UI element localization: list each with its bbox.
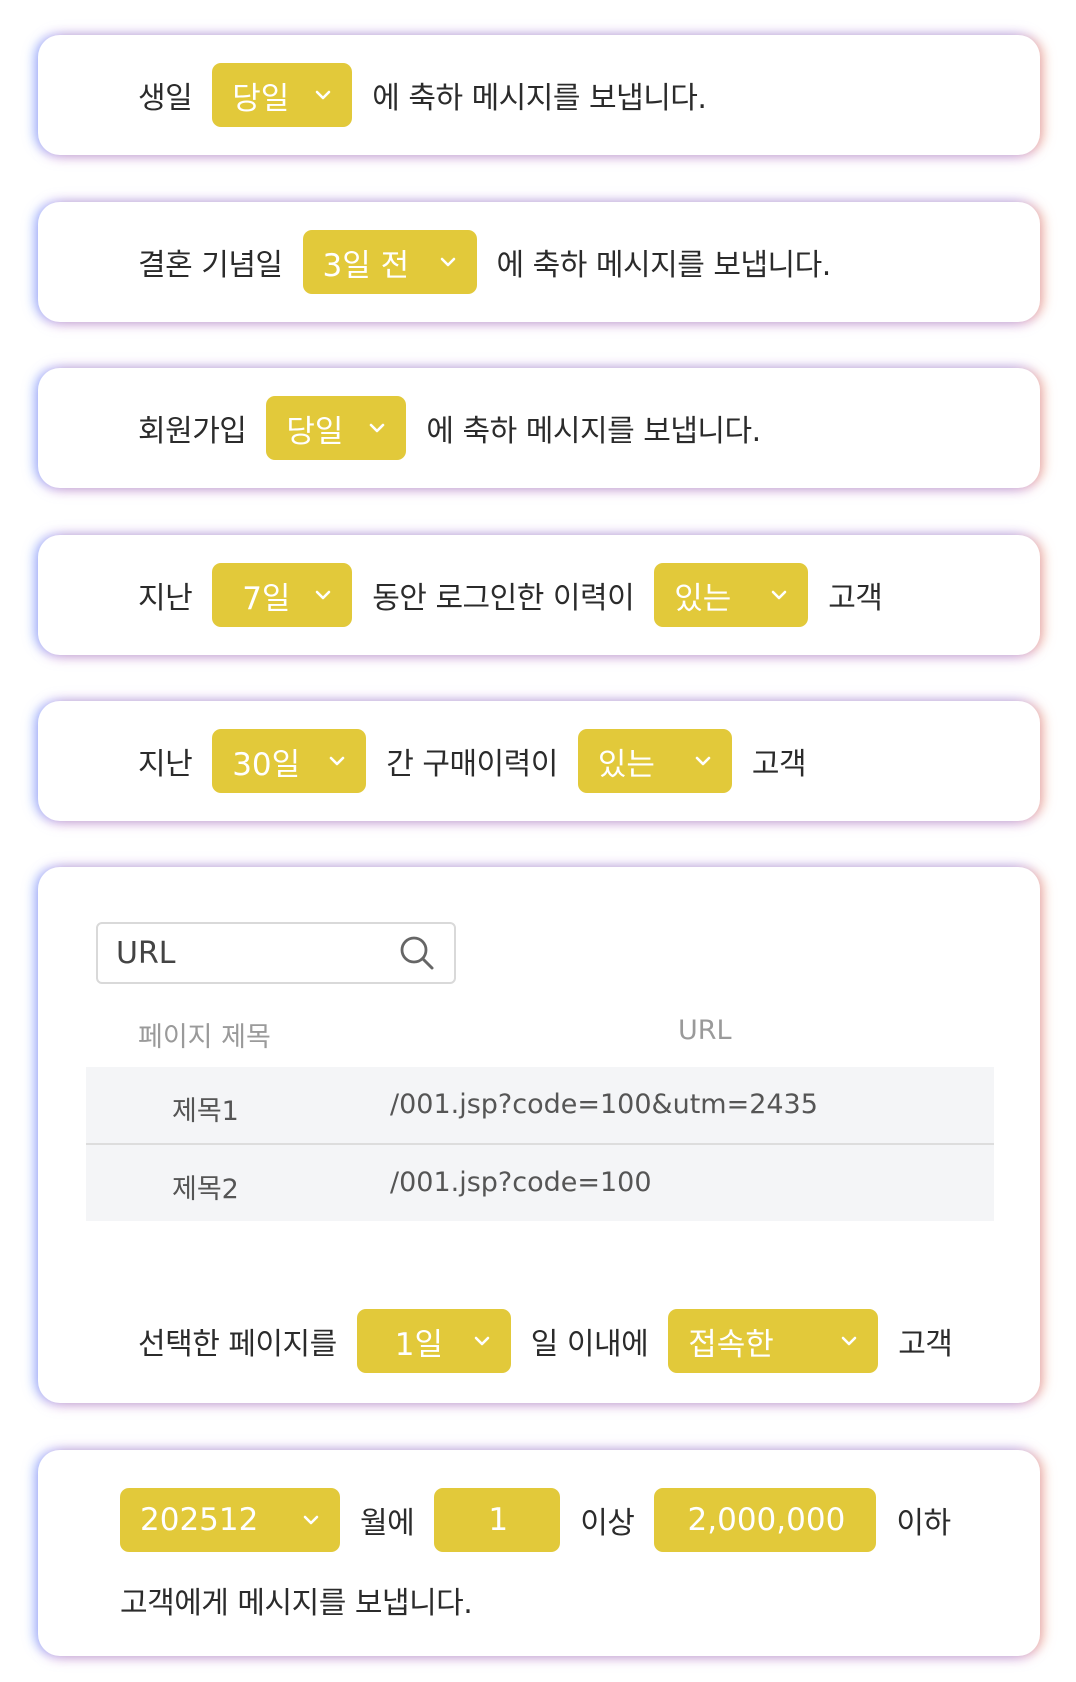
min-count-input[interactable]: 1 <box>434 1488 561 1552</box>
table-row[interactable]: 제목2 /001.jsp?code=100 <box>86 1145 994 1221</box>
purchase-prefix: 지난 <box>138 747 193 782</box>
login-period-value: 7일 <box>242 580 291 617</box>
chevron-down-icon <box>841 1336 857 1346</box>
page-visit-period-dropdown[interactable]: 1일 <box>356 1309 511 1373</box>
anniversary-label: 결혼 기념일 <box>138 248 283 283</box>
login-history-row: 지난 7일 동안 로그인한 이력이 있는 고객 <box>38 535 1040 655</box>
signup-timing-value: 당일 <box>286 413 344 450</box>
header-url: URL <box>678 1015 732 1046</box>
anniversary-rule-row: 결혼 기념일 3일 전 에 축하 메시지를 보냅니다. <box>38 202 1040 322</box>
monthly-purchase-card: 202512 월에 1 이상 2,000,000 이하 고객에게 메시지를 보냅… <box>38 1450 1040 1656</box>
chevron-down-icon <box>771 590 787 600</box>
monthly-footer-row: 고객에게 메시지를 보냅니다. <box>38 1570 1040 1630</box>
page-visit-card: URL 페이지 제목 URL 제목1 /001.jsp?code=100&utm… <box>38 867 1040 1403</box>
page-visit-suffix: 고객 <box>898 1327 953 1362</box>
page-visit-action-dropdown[interactable]: 접속한 <box>668 1309 879 1373</box>
signup-rule-row: 회원가입 당일 에 축하 메시지를 보냅니다. <box>38 368 1040 488</box>
url-table-header: 페이지 제목 URL <box>86 1007 994 1057</box>
anniversary-suffix: 에 축하 메시지를 보냅니다. <box>496 248 832 283</box>
chevron-down-icon <box>315 590 331 600</box>
month-suffix: 월에 <box>360 1506 415 1541</box>
purchase-history-row: 지난 30일 간 구매이력이 있는 고객 <box>38 701 1040 821</box>
month-value: 202512 <box>140 1502 259 1538</box>
header-page-title: 페이지 제목 <box>138 1022 271 1053</box>
login-status-value: 있는 <box>674 580 732 617</box>
min-suffix: 이상 <box>580 1506 635 1541</box>
birthday-suffix: 에 축하 메시지를 보냅니다. <box>372 81 707 116</box>
purchase-period-value: 30일 <box>232 746 301 783</box>
login-suffix: 고객 <box>828 581 883 616</box>
login-period-dropdown[interactable]: 7일 <box>212 563 353 627</box>
chevron-down-icon <box>370 423 385 433</box>
month-dropdown[interactable]: 202512 <box>120 1488 340 1552</box>
page-visit-period-value: 1일 <box>394 1326 443 1363</box>
login-history-card: 지난 7일 동안 로그인한 이력이 있는 고객 <box>38 535 1040 655</box>
chevron-down-icon <box>440 257 455 267</box>
purchase-history-card: 지난 30일 간 구매이력이 있는 고객 <box>38 701 1040 821</box>
purchase-status-value: 있는 <box>597 746 655 783</box>
anniversary-timing-dropdown[interactable]: 3일 전 <box>302 230 477 294</box>
max-amount-input[interactable]: 2,000,000 <box>654 1488 877 1552</box>
birthday-timing-value: 당일 <box>232 80 290 117</box>
max-amount-value: 2,000,000 <box>687 1502 846 1538</box>
monthly-footer-text: 고객에게 메시지를 보냅니다. <box>120 1586 473 1621</box>
table-row[interactable]: 제목1 /001.jsp?code=100&utm=2435 <box>86 1067 994 1143</box>
login-status-dropdown[interactable]: 있는 <box>654 563 809 627</box>
monthly-condition-row: 202512 월에 1 이상 2,000,000 이하 <box>38 1488 1040 1552</box>
row-url: /001.jsp?code=100&utm=2435 <box>390 1089 818 1120</box>
signup-suffix: 에 축하 메시지를 보냅니다. <box>426 414 761 449</box>
chevron-down-icon <box>303 1515 319 1525</box>
signup-rule-card: 회원가입 당일 에 축하 메시지를 보냅니다. <box>38 368 1040 488</box>
url-search-input[interactable]: URL <box>116 936 176 971</box>
login-prefix: 지난 <box>138 581 193 616</box>
signup-label: 회원가입 <box>138 414 247 449</box>
purchase-suffix: 고객 <box>751 747 807 782</box>
chevron-down-icon <box>695 756 711 766</box>
birthday-rule-row: 생일 당일 에 축하 메시지를 보냅니다. <box>38 35 1040 155</box>
anniversary-timing-value: 3일 전 <box>322 247 410 284</box>
chevron-down-icon <box>315 90 331 100</box>
search-icon[interactable] <box>398 934 436 972</box>
birthday-rule-card: 생일 당일 에 축하 메시지를 보냅니다. <box>38 35 1040 155</box>
signup-timing-dropdown[interactable]: 당일 <box>266 396 407 460</box>
page-visit-condition-row: 선택한 페이지를 1일 일 이내에 접속한 고객 <box>38 1309 1040 1373</box>
page-visit-middle: 일 이내에 <box>530 1327 649 1362</box>
row-title: 제목1 <box>172 1096 239 1127</box>
chevron-down-icon <box>474 1336 490 1346</box>
page-visit-action-value: 접속한 <box>688 1326 774 1363</box>
url-search-field[interactable]: URL <box>96 922 456 984</box>
max-suffix: 이하 <box>896 1506 951 1541</box>
purchase-period-dropdown[interactable]: 30일 <box>212 729 367 793</box>
row-url: /001.jsp?code=100 <box>390 1167 652 1198</box>
anniversary-rule-card: 결혼 기념일 3일 전 에 축하 메시지를 보냅니다. <box>38 202 1040 322</box>
min-count-value: 1 <box>488 1502 509 1538</box>
page-visit-prefix: 선택한 페이지를 <box>138 1327 337 1362</box>
row-title: 제목2 <box>172 1174 239 1205</box>
login-middle: 동안 로그인한 이력이 <box>372 581 635 616</box>
purchase-middle: 간 구매이력이 <box>386 747 558 782</box>
birthday-label: 생일 <box>138 81 193 116</box>
birthday-timing-dropdown[interactable]: 당일 <box>212 63 353 127</box>
chevron-down-icon <box>329 756 345 766</box>
purchase-status-dropdown[interactable]: 있는 <box>577 729 732 793</box>
